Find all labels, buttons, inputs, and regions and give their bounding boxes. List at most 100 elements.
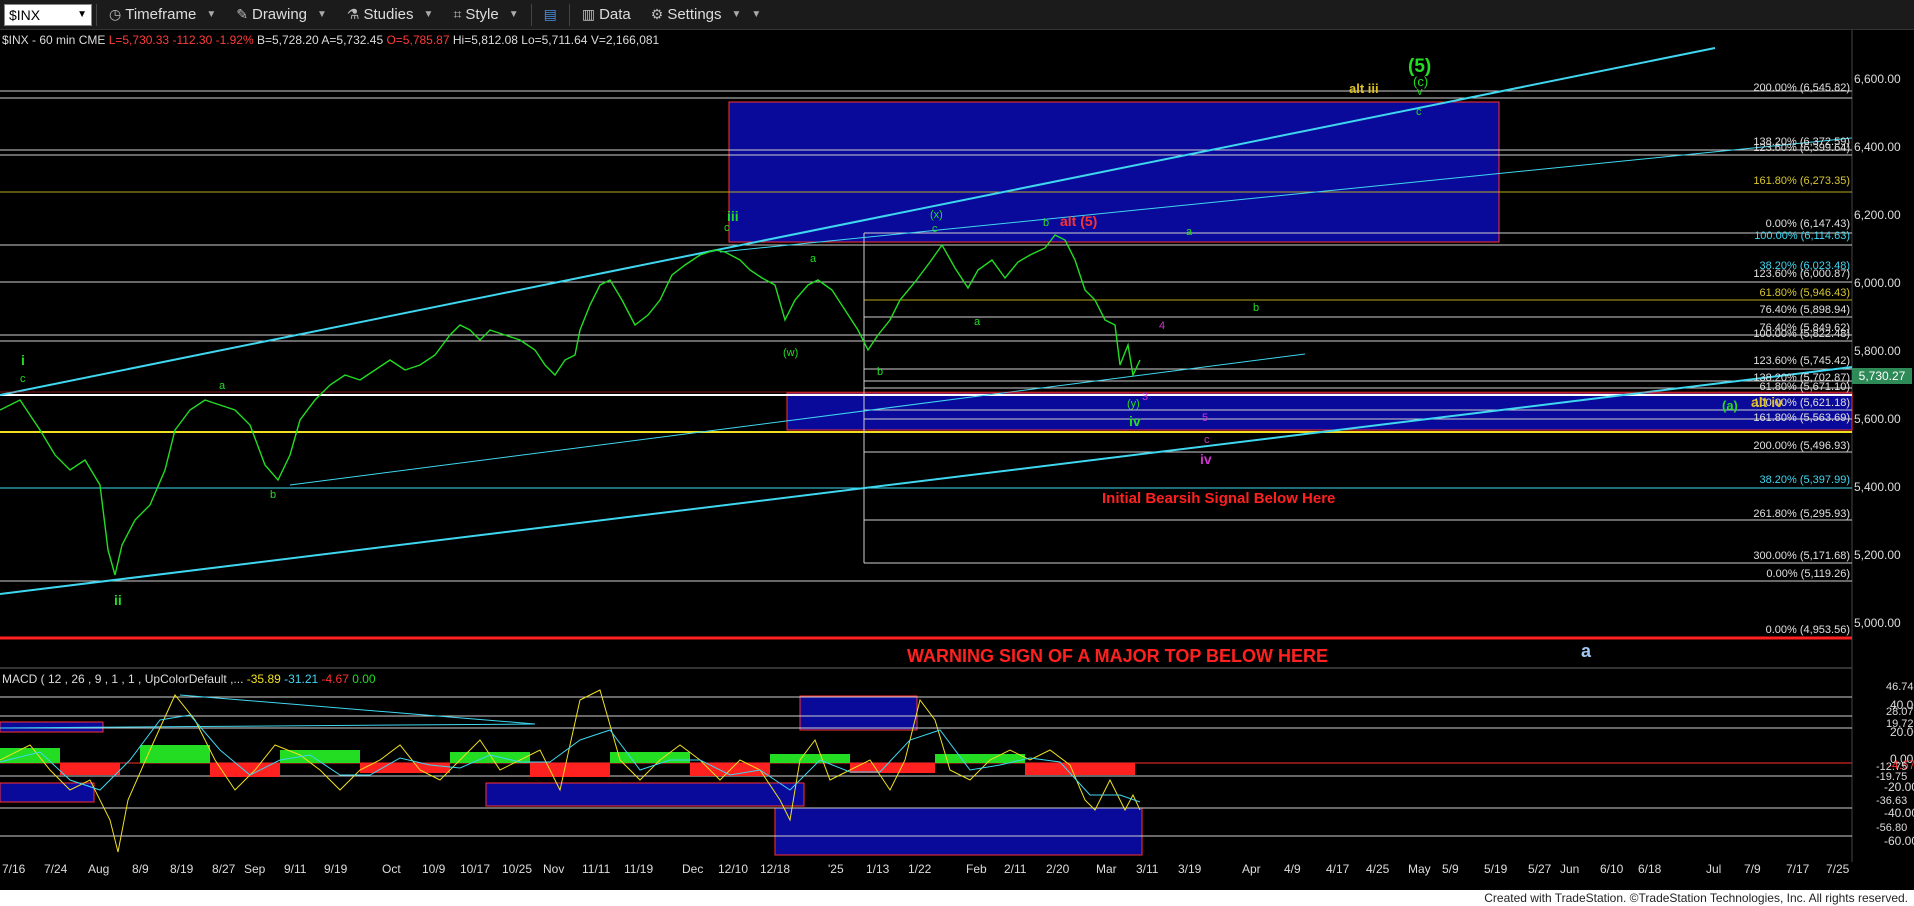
wave-label: c (1416, 106, 1422, 118)
macd-histogram (0, 745, 1135, 777)
time-tick: 9/11 (284, 862, 307, 876)
fib-label: 123.60% (5,745.42) (1753, 355, 1850, 367)
time-tick: 11/19 (624, 862, 654, 876)
price-tick: 6,400.00 (1854, 140, 1901, 154)
wave-label: a (1581, 641, 1592, 661)
time-tick: 10/17 (460, 862, 491, 876)
zero-value: 0.00 (352, 672, 376, 686)
macd-trend-line (179, 694, 536, 725)
time-tick: 6/10 (1600, 862, 1624, 876)
price-tick: 5,600.00 (1854, 412, 1901, 426)
wave-label: 5 (1202, 412, 1209, 424)
volume: V=2,166,081 (590, 33, 660, 47)
time-tick: Feb (966, 862, 987, 876)
wave-label: alt iv (1751, 394, 1783, 410)
wave-label: alt iii (1349, 81, 1379, 96)
wave-label: b (877, 366, 884, 378)
warning-note: WARNING SIGN OF A MAJOR TOP BELOW HERE (907, 646, 1329, 666)
time-tick: 3/11 (1136, 862, 1159, 876)
wave-label: iv (1200, 451, 1212, 467)
wave-label: i (21, 352, 25, 368)
time-tick: Jun (1560, 862, 1580, 876)
fib-label: 100.00% (6,114.63) (1754, 230, 1850, 242)
time-tick: 8/27 (212, 862, 236, 876)
wave-label: ii (114, 592, 122, 608)
time-tick: 7/24 (44, 862, 68, 876)
copyright-footer: Created with TradeStation. ©TradeStation… (0, 890, 1914, 906)
time-tick: Jul (1706, 862, 1722, 876)
low-price: Lo=5,711.64 (521, 33, 588, 47)
time-tick: 4/9 (1284, 862, 1301, 876)
wave-label: iv (1129, 413, 1141, 429)
price-tick: 6,200.00 (1854, 208, 1901, 222)
time-axis[interactable]: 7/16 7/24 Aug 8/9 8/19 8/27 Sep 9/11 9/1… (0, 862, 1852, 880)
time-tick: 2/11 (1004, 862, 1027, 876)
wave-label: v (1417, 86, 1423, 98)
macd-box (799, 695, 918, 731)
time-tick: 2/20 (1046, 862, 1070, 876)
time-tick: 12/18 (760, 862, 791, 876)
fib-label: 200.00% (5,496.93) (1753, 440, 1850, 452)
support-zone-box (786, 392, 1853, 431)
price-tick: 5,400.00 (1854, 480, 1901, 494)
wave-label: (y) (1127, 398, 1140, 410)
wave-label: c (932, 223, 938, 235)
time-tick: '25 (828, 862, 844, 876)
price-change: -112.30 (172, 33, 213, 47)
time-tick: 3/19 (1178, 862, 1202, 876)
macd-box (0, 782, 95, 803)
wave-label: (x) (930, 209, 943, 221)
price-chart-canvas[interactable] (0, 0, 1914, 906)
fib-label: 161.80% (6,273.35) (1753, 175, 1850, 187)
fib-label: 61.80% (5,946.43) (1759, 287, 1850, 299)
fib-label: 76.40% (5,898.94) (1759, 304, 1850, 316)
price-change-pct: -1.92% (215, 33, 254, 47)
high-price: Hi=5,812.08 (452, 33, 518, 47)
time-tick: 10/25 (502, 862, 533, 876)
price-tick: 6,600.00 (1854, 72, 1901, 86)
wave-label: b (270, 489, 277, 501)
symbol-header: $INX - 60 min CME L=5,730.33 -112.30 -1.… (2, 33, 659, 47)
wave-label: a (974, 316, 981, 328)
price-tick: 5,000.00 (1854, 616, 1901, 630)
target-zone-box (728, 101, 1500, 243)
wave-label: (w) (783, 347, 799, 359)
price-tick: 5,200.00 (1854, 548, 1901, 562)
bid-price: B=5,728.20 (256, 33, 319, 47)
time-tick: 4/17 (1326, 862, 1350, 876)
time-tick: Mar (1096, 862, 1117, 876)
time-tick: 12/10 (718, 862, 749, 876)
time-tick: 8/9 (132, 862, 149, 876)
wave-label: c (20, 373, 26, 385)
macd-value: -35.89 (246, 672, 281, 686)
wave-label: 3 (1142, 391, 1149, 403)
time-tick: 1/22 (908, 862, 932, 876)
macd-tick: 19.72 (1886, 718, 1914, 730)
time-tick: 6/18 (1638, 862, 1662, 876)
fib-label: 0.00% (5,119.26) (1766, 568, 1850, 580)
time-tick: 10/9 (422, 862, 446, 876)
time-tick: Dec (682, 862, 704, 876)
wave-label: a (810, 253, 817, 265)
last-price-tag: 5,730.27 (1852, 368, 1912, 384)
time-tick: Apr (1242, 862, 1261, 876)
time-tick: 5/19 (1484, 862, 1508, 876)
macd-box (774, 807, 1143, 856)
macd-tick: 28.07 (1886, 706, 1914, 718)
open-price: O=5,785.87 (386, 33, 450, 47)
price-tick: 6,000.00 (1854, 276, 1901, 290)
macd-tick: -40.00 (1884, 806, 1914, 820)
wave-label: c (1204, 434, 1210, 446)
fib-label: 123.60% (6,399.64) (1753, 142, 1850, 154)
fib-label: 200.00% (6,545.82) (1753, 82, 1850, 94)
wave-label: alt (5) (1060, 213, 1098, 229)
time-tick: 11/11 (582, 862, 611, 876)
fib-label: 300.00% (5,171.68) (1753, 550, 1850, 562)
fib-label: 100.00% (5,822.48) (1753, 328, 1850, 340)
chart-window: $INX ▼ ◷ Timeframe ▼ ✎ Drawing ▼ ⚗ Studi… (0, 0, 1914, 906)
signal-value: -31.21 (284, 672, 319, 686)
wave-label: (a) (1722, 398, 1738, 413)
macd-header: MACD ( 12 , 26 , 9 , 1 , 1 , UpColorDefa… (2, 672, 376, 686)
time-tick: May (1408, 862, 1431, 876)
time-tick: 1/13 (866, 862, 890, 876)
